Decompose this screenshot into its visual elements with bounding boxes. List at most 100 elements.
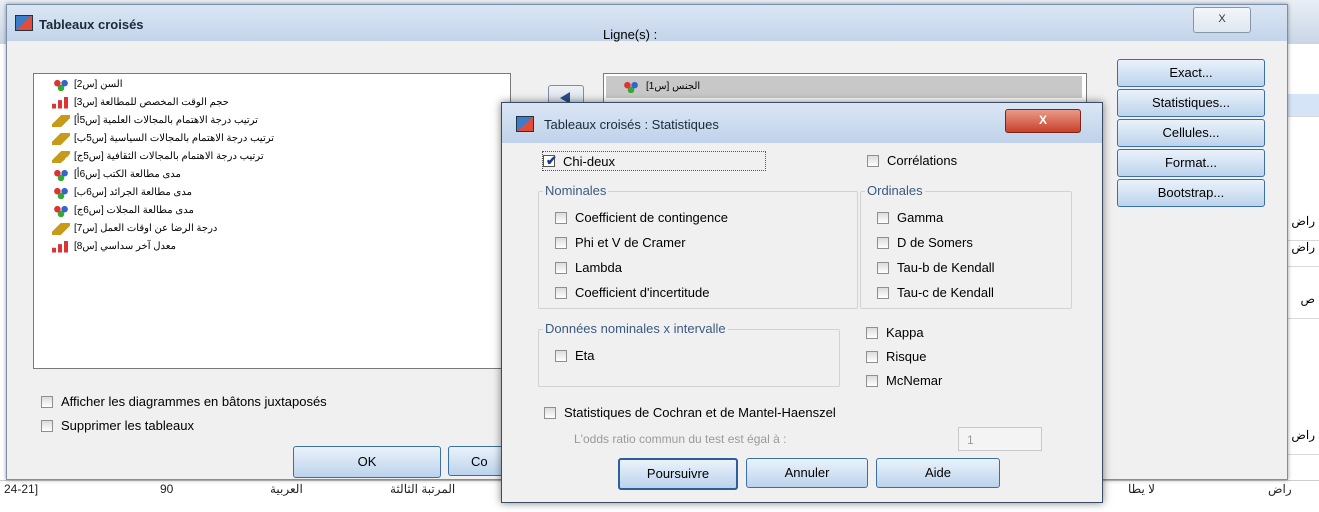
barchart-label: Afficher les diagrammes en bâtons juxtap… — [61, 394, 327, 409]
phi-cramer-checkbox[interactable] — [555, 236, 567, 249]
odds-ratio-label: L'odds ratio commun du test est égal à : — [574, 432, 787, 446]
crosstabs-title: Tableaux croisés — [39, 17, 144, 32]
correlations-label: Corrélations — [887, 153, 958, 168]
grid-cell: راض — [1291, 240, 1315, 254]
variable-item[interactable]: مدى مطالعة الكتب [س6أ] — [52, 167, 181, 182]
chi-square-option[interactable]: ✔ Chi-deux — [542, 151, 767, 171]
bottom-cell: 24-21] — [4, 482, 39, 496]
suppress-option[interactable]: Supprimer les tableaux — [41, 418, 194, 433]
correlations-option[interactable]: Corrélations — [867, 153, 957, 168]
somers-checkbox[interactable] — [877, 236, 889, 249]
interval-group-title: Données nominales x intervalle — [543, 321, 728, 336]
checkmark-icon: ✔ — [546, 153, 557, 168]
suppress-checkbox[interactable] — [41, 419, 53, 432]
phi-cramer-label: Phi et V de Cramer — [575, 235, 686, 250]
variable-label: مدى مطالعة الجرائد [س6ب] — [74, 187, 192, 198]
odds-ratio-input[interactable]: 1 — [958, 427, 1042, 451]
contingency-option[interactable]: Coefficient de contingence — [555, 210, 728, 225]
variable-label: حجم الوقت المخصص للمطالعة [س3] — [74, 97, 229, 108]
paste-button[interactable]: Co — [448, 446, 508, 476]
variable-label: درجة الرضا عن اوقات العمل [س7] — [74, 223, 218, 234]
cochran-option[interactable]: Statistiques de Cochran et de Mantel-Hae… — [544, 405, 836, 420]
barchart-option[interactable]: Afficher les diagrammes en bâtons juxtap… — [41, 394, 327, 409]
ordinal-icon — [52, 132, 70, 145]
uncertainty-option[interactable]: Coefficient d'incertitude — [555, 285, 710, 300]
gamma-checkbox[interactable] — [877, 211, 889, 224]
kappa-checkbox[interactable] — [866, 326, 878, 339]
variable-label: ترتيب درجة الاهتمام بالمجالات السياسية [… — [74, 133, 275, 144]
statistics-button[interactable]: Statistiques... — [1117, 89, 1265, 117]
variable-item[interactable]: ترتيب درجة الاهتمام بالمجالات الثقافية [… — [52, 149, 264, 164]
cells-button[interactable]: Cellules... — [1117, 119, 1265, 147]
tau-b-checkbox[interactable] — [877, 261, 889, 274]
risk-label: Risque — [886, 349, 927, 364]
nominal-group: Nominales Coefficient de contingence Phi… — [538, 183, 858, 309]
variable-item[interactable]: معدل آخر سداسي [س8] — [52, 239, 176, 254]
grid-cell: ص — [1300, 292, 1315, 306]
kappa-option[interactable]: Kappa — [866, 325, 924, 340]
mcnemar-option[interactable]: McNemar — [866, 373, 942, 388]
lambda-checkbox[interactable] — [555, 261, 567, 274]
mcnemar-checkbox[interactable] — [866, 374, 878, 387]
uncertainty-checkbox[interactable] — [555, 286, 567, 299]
nominal-group-title: Nominales — [543, 183, 609, 198]
chi-square-checkbox[interactable]: ✔ — [543, 153, 557, 168]
format-button[interactable]: Format... — [1117, 149, 1265, 177]
tau-c-checkbox[interactable] — [877, 286, 889, 299]
help-button[interactable]: Aide — [876, 458, 1000, 488]
gamma-option[interactable]: Gamma — [877, 210, 943, 225]
bottom-cell: المرتبة الثالثة — [390, 482, 456, 496]
lambda-label: Lambda — [575, 260, 622, 275]
app-icon — [15, 15, 33, 31]
lambda-option[interactable]: Lambda — [555, 260, 622, 275]
mcnemar-label: McNemar — [886, 373, 943, 388]
somers-option[interactable]: D de Somers — [877, 235, 973, 250]
correlations-checkbox[interactable] — [867, 154, 879, 167]
cancel-button[interactable]: Annuler — [746, 458, 868, 488]
variable-item[interactable]: درجة الرضا عن اوقات العمل [س7] — [52, 221, 217, 236]
statistics-close-button[interactable]: X — [1005, 109, 1081, 133]
ordinal-group: Ordinales Gamma D de Somers Tau-b de Ken… — [860, 183, 1072, 309]
variable-item[interactable]: حجم الوقت المخصص للمطالعة [س3] — [52, 95, 229, 110]
risk-checkbox[interactable] — [866, 350, 878, 363]
grid-cell: راض — [1291, 428, 1315, 442]
kappa-label: Kappa — [886, 325, 924, 340]
cochran-label: Statistiques de Cochran et de Mantel-Hae… — [564, 405, 836, 420]
variable-item[interactable]: السن [س2] — [52, 77, 122, 92]
variable-item[interactable]: ترتيب درجة الاهتمام بالمجالات السياسية [… — [52, 131, 274, 146]
exact-button[interactable]: Exact... — [1117, 59, 1265, 87]
tau-b-label: Tau-b de Kendall — [897, 260, 995, 275]
nominal-icon — [52, 168, 70, 181]
nominal-icon — [52, 186, 70, 199]
eta-label: Eta — [575, 348, 595, 363]
contingency-checkbox[interactable] — [555, 211, 567, 224]
cochran-checkbox[interactable] — [544, 406, 556, 419]
ordinal-group-title: Ordinales — [865, 183, 925, 198]
rows-list[interactable]: الجنس [س1] — [603, 73, 1087, 103]
phi-cramer-option[interactable]: Phi et V de Cramer — [555, 235, 686, 250]
rows-label: Ligne(s) : — [603, 27, 658, 42]
eta-checkbox[interactable] — [555, 349, 567, 362]
eta-option[interactable]: Eta — [555, 348, 595, 363]
barchart-checkbox[interactable] — [41, 395, 53, 408]
rows-item[interactable]: الجنس [س1] — [606, 76, 1082, 98]
variable-item[interactable]: مدى مطالعة المجلات [س6ج] — [52, 203, 194, 218]
close-button[interactable]: X — [1193, 7, 1251, 33]
bottom-cell: راض — [1268, 482, 1292, 496]
tau-c-option[interactable]: Tau-c de Kendall — [877, 285, 994, 300]
variable-list[interactable]: السن [س2] حجم الوقت المخصص للمطالعة [س3]… — [33, 73, 511, 369]
statistics-title: Tableaux croisés : Statistiques — [544, 117, 719, 132]
risk-option[interactable]: Risque — [866, 349, 926, 364]
tau-b-option[interactable]: Tau-b de Kendall — [877, 260, 995, 275]
variable-item[interactable]: ترتيب درجة الاهتمام بالمجالات العلمية [س… — [52, 113, 258, 128]
contingency-label: Coefficient de contingence — [575, 210, 728, 225]
ordinal-icon — [52, 222, 70, 235]
ordinal-icon — [52, 150, 70, 163]
bootstrap-button[interactable]: Bootstrap... — [1117, 179, 1265, 207]
variable-item[interactable]: مدى مطالعة الجرائد [س6ب] — [52, 185, 192, 200]
nominal-icon — [622, 81, 640, 93]
ok-button[interactable]: OK — [293, 446, 441, 478]
close-icon: X — [1218, 13, 1226, 25]
continue-button[interactable]: Poursuivre — [618, 458, 738, 490]
nominal-icon — [52, 78, 70, 91]
